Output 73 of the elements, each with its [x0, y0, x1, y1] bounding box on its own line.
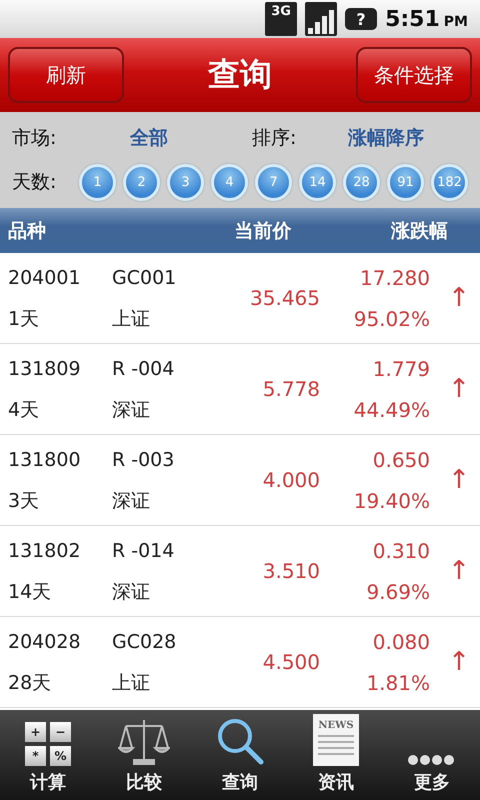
more-icon: [407, 754, 457, 766]
term-cell-text: 3天: [8, 488, 40, 514]
days-chip[interactable]: 28: [343, 164, 380, 200]
code-cell-text: 204028: [8, 630, 82, 652]
days-chip[interactable]: 14: [299, 164, 336, 200]
code-cell-text: 131800: [8, 448, 82, 470]
column-header: 品种: [8, 218, 47, 244]
days-chip[interactable]: 2: [123, 164, 160, 200]
change-cell-text: 1.779: [372, 356, 430, 380]
change-cell-text: 17.280: [359, 266, 430, 290]
scale-icon: [118, 718, 170, 766]
change-cell-text: 0.310: [372, 538, 430, 562]
page-title: 查询: [208, 54, 272, 95]
market-label: 市场:: [12, 126, 58, 151]
days-chip[interactable]: 3: [167, 164, 204, 200]
search-icon: [215, 716, 265, 766]
days-chip[interactable]: 91: [387, 164, 424, 200]
market-cell-text: 深证: [112, 488, 151, 514]
price-cell-text: 5.778: [262, 377, 320, 401]
column-header: 当前价: [234, 218, 292, 244]
name-cell-text: R -003: [112, 448, 176, 470]
days-chip[interactable]: 4: [211, 164, 248, 200]
percent-cell-text: 19.40%: [352, 488, 430, 512]
trend-arrow: ↑: [447, 465, 471, 495]
percent-cell-text: 1.81%: [365, 670, 430, 694]
network-icon: 3G: [265, 2, 298, 36]
price-cell-text: 35.465: [249, 286, 320, 310]
name-cell-text: GC028: [112, 630, 178, 652]
sort-value[interactable]: 涨幅降序: [348, 125, 468, 151]
price-cell-text: 3.510: [262, 559, 320, 583]
refresh-button[interactable]: 刷新: [8, 47, 124, 103]
change-cell-text: 0.650: [372, 448, 430, 472]
code-cell-text: 204001: [8, 266, 82, 288]
newspaper-icon: NEWS: [313, 714, 359, 766]
percent-cell-text: 95.02%: [352, 306, 430, 330]
market-cell-text: 上证: [112, 670, 151, 696]
trend-arrow: ↑: [447, 556, 471, 586]
code-cell-text: 131809: [8, 358, 82, 380]
days-chip[interactable]: 182: [431, 164, 468, 200]
trend-arrow: ↑: [447, 283, 471, 313]
market-cell-text: 深证: [112, 398, 151, 422]
term-cell-text: 28天: [8, 670, 52, 696]
price-cell-text: 4.500: [262, 650, 320, 674]
name-cell-text: R -014: [112, 540, 176, 562]
term-cell-text: 4天: [8, 398, 40, 422]
term-cell-text: 1天: [8, 306, 40, 332]
change-cell-text: 0.080: [372, 630, 430, 654]
battery-icon: ?: [345, 8, 378, 30]
name-cell-text: R -004: [112, 358, 176, 380]
market-value[interactable]: 全部: [130, 125, 252, 151]
days-chip[interactable]: 1: [79, 164, 116, 200]
sort-label: 排序:: [252, 126, 298, 151]
market-cell-text: 上证: [112, 306, 151, 332]
clock-time: 5:51: [385, 6, 440, 32]
filter-button[interactable]: 条件选择: [356, 47, 472, 103]
tab-bar-item[interactable]: + − * % 计算: [0, 710, 96, 800]
trend-arrow: ↑: [447, 374, 471, 404]
tab-bar-item[interactable]: 比较: [96, 710, 192, 800]
price-cell-text: 4.000: [262, 468, 320, 492]
percent-cell-text: 9.69%: [365, 580, 430, 604]
tab-bar-item[interactable]: 更多: [384, 710, 480, 800]
percent-cell-text: 44.49%: [352, 398, 430, 422]
tab-bar-item[interactable]: 查询: [192, 710, 288, 800]
name-cell-text: GC001: [112, 266, 178, 288]
clock-period: PM: [444, 14, 468, 30]
term-cell-text: 14天: [8, 580, 52, 604]
code-cell-text: 131802: [8, 540, 82, 562]
tab-bar-item[interactable]: NEWS 资讯: [288, 710, 384, 800]
signal-icon: [305, 2, 338, 36]
trend-arrow: ↑: [447, 647, 471, 677]
market-cell-text: 深证: [112, 580, 151, 604]
days-label: 天数:: [12, 170, 58, 195]
column-header: 涨跌幅: [390, 218, 448, 244]
